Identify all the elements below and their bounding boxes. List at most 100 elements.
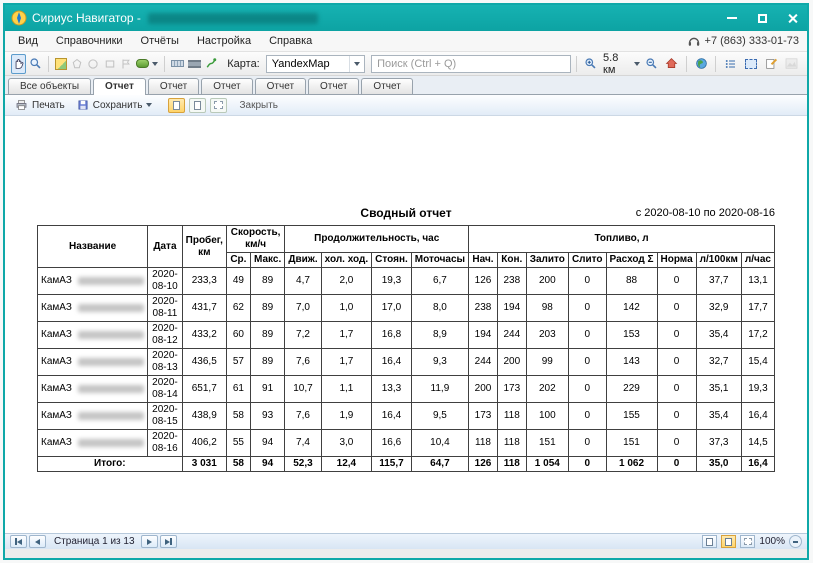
close-button[interactable] bbox=[777, 5, 807, 31]
globe-icon bbox=[695, 57, 708, 70]
pan-hand-icon bbox=[12, 57, 25, 70]
redacted-plate bbox=[78, 304, 144, 312]
report-table: НазваниеДатаПробег, кмСкорость, км/чПрод… bbox=[37, 225, 775, 472]
table-row: КамАЗ2020-08-16406,255947,43,016,610,411… bbox=[38, 430, 775, 457]
page-view-multi-button[interactable] bbox=[189, 98, 206, 113]
chevron-down-icon bbox=[349, 56, 364, 72]
edit-note-icon bbox=[765, 57, 778, 70]
map-provider-select[interactable]: YandexMap bbox=[266, 55, 365, 73]
home-icon bbox=[665, 57, 678, 70]
value-cell: 57 bbox=[226, 349, 250, 376]
prev-page-button[interactable] bbox=[29, 535, 46, 548]
redacted-plate bbox=[78, 385, 144, 393]
save-button[interactable]: Сохранить bbox=[73, 98, 157, 112]
value-cell: 37,7 bbox=[696, 268, 741, 295]
vehicle-name: КамАЗ bbox=[41, 356, 72, 368]
layers-button[interactable] bbox=[135, 54, 159, 74]
close-report-label: Закрыть bbox=[239, 100, 278, 111]
value-cell: 1,0 bbox=[321, 295, 372, 322]
page-view-fit-button[interactable] bbox=[210, 98, 227, 113]
value-cell: 202 bbox=[526, 376, 568, 403]
next-page-button[interactable] bbox=[141, 535, 158, 548]
menu-item-4[interactable]: Справка bbox=[260, 33, 321, 49]
menu-item-0[interactable]: Вид bbox=[9, 33, 47, 49]
scale-dropdown-icon[interactable] bbox=[634, 62, 640, 66]
magnifier-icon bbox=[29, 57, 42, 70]
pan-tool-button[interactable] bbox=[11, 54, 26, 74]
tab-0[interactable]: Все объекты bbox=[8, 78, 91, 94]
track-button[interactable] bbox=[204, 54, 218, 74]
value-cell: 0 bbox=[568, 349, 606, 376]
zoom-in-button[interactable] bbox=[582, 54, 600, 74]
tab-5[interactable]: Отчет bbox=[308, 78, 359, 94]
value-cell: 11,9 bbox=[411, 376, 468, 403]
zoom-slider-minus-button[interactable] bbox=[789, 535, 802, 548]
minimize-button[interactable] bbox=[717, 5, 747, 31]
edit-note-button[interactable] bbox=[762, 54, 780, 74]
tab-3[interactable]: Отчет bbox=[201, 78, 252, 94]
date-cell: 2020-08-12 bbox=[148, 322, 182, 349]
close-report-button[interactable]: Закрыть bbox=[235, 99, 282, 112]
maximize-icon bbox=[758, 14, 767, 23]
circle-tool-button[interactable] bbox=[86, 54, 100, 74]
value-cell: 16,4 bbox=[372, 403, 412, 430]
total-label-cell: Итого: bbox=[38, 457, 183, 472]
value-cell: 118 bbox=[497, 430, 526, 457]
search-input[interactable] bbox=[371, 55, 571, 73]
value-cell: 8,9 bbox=[411, 322, 468, 349]
value-cell: 229 bbox=[606, 376, 657, 403]
value-cell: 155 bbox=[606, 403, 657, 430]
maximize-button[interactable] bbox=[747, 5, 777, 31]
last-page-button[interactable] bbox=[160, 535, 177, 548]
value-cell: 0 bbox=[657, 376, 696, 403]
globe-button[interactable] bbox=[692, 54, 710, 74]
value-cell: 89 bbox=[250, 295, 284, 322]
legend-button[interactable] bbox=[721, 54, 739, 74]
total-value-cell: 58 bbox=[226, 457, 250, 472]
road-button[interactable] bbox=[187, 54, 202, 74]
value-cell: 200 bbox=[469, 376, 498, 403]
value-cell: 19,3 bbox=[372, 268, 412, 295]
first-page-button[interactable] bbox=[10, 535, 27, 548]
image-button[interactable] bbox=[783, 54, 801, 74]
value-cell: 8,0 bbox=[411, 295, 468, 322]
tab-4[interactable]: Отчет bbox=[255, 78, 306, 94]
map-edit-button[interactable] bbox=[54, 54, 68, 74]
value-cell: 100 bbox=[526, 403, 568, 430]
tab-2[interactable]: Отчет bbox=[148, 78, 199, 94]
date-cell: 2020-08-14 bbox=[148, 376, 182, 403]
ruler-button[interactable] bbox=[170, 54, 185, 74]
zoom-tool-button[interactable] bbox=[28, 54, 43, 74]
polygon-tool-button[interactable] bbox=[70, 54, 84, 74]
home-button[interactable] bbox=[663, 54, 681, 74]
value-cell: 16,4 bbox=[741, 403, 774, 430]
vehicle-name-cell: КамАЗ bbox=[38, 295, 148, 322]
date-cell: 2020-08-10 bbox=[148, 268, 182, 295]
view-normal-button[interactable] bbox=[702, 535, 717, 548]
support-phone: +7 (863) 333-01-73 bbox=[705, 35, 799, 47]
menubar: ВидСправочникиОтчётыНастройкаСправка +7 … bbox=[5, 31, 807, 52]
vehicle-name: КамАЗ bbox=[41, 410, 72, 422]
value-cell: 62 bbox=[226, 295, 250, 322]
value-cell: 0 bbox=[657, 430, 696, 457]
fit-page-icon bbox=[214, 101, 223, 109]
ruler-icon bbox=[171, 60, 184, 67]
view-page-button[interactable] bbox=[721, 535, 736, 548]
table-header-cell: Скорость, км/ч bbox=[226, 226, 284, 253]
value-cell: 194 bbox=[469, 322, 498, 349]
page-view-single-button[interactable] bbox=[168, 98, 185, 113]
view-multi-button[interactable] bbox=[740, 535, 755, 548]
menu-item-2[interactable]: Отчёты bbox=[132, 33, 188, 49]
vehicle-name-cell: КамАЗ bbox=[38, 430, 148, 457]
view-multi-icon bbox=[744, 538, 752, 545]
flag-tool-button[interactable] bbox=[119, 54, 133, 74]
tab-6[interactable]: Отчет bbox=[361, 78, 412, 94]
menu-item-1[interactable]: Справочники bbox=[47, 33, 132, 49]
rect-tool-button[interactable] bbox=[103, 54, 117, 74]
zoom-out-button[interactable] bbox=[642, 54, 660, 74]
print-button[interactable]: Печать bbox=[11, 98, 69, 112]
menu-item-3[interactable]: Настройка bbox=[188, 33, 260, 49]
value-cell: 2,0 bbox=[321, 268, 372, 295]
selection-button[interactable] bbox=[742, 54, 760, 74]
tab-1[interactable]: Отчет bbox=[93, 78, 146, 95]
